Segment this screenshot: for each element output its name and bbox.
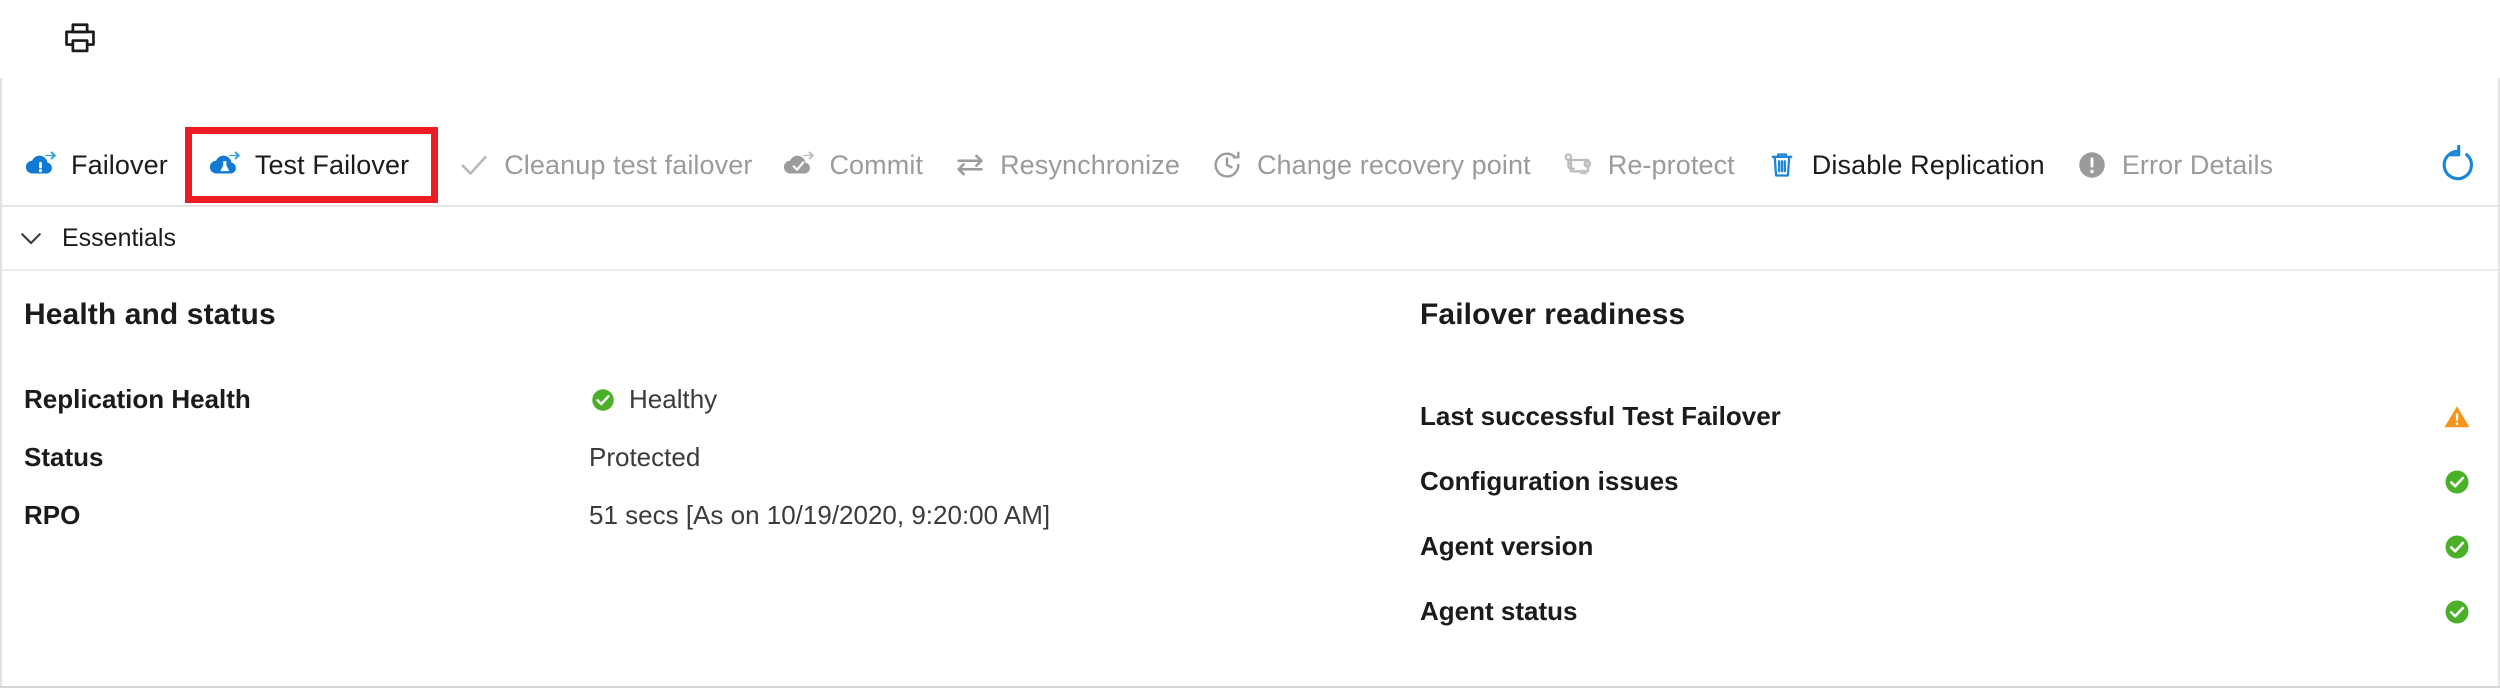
essentials-label: Essentials bbox=[62, 223, 176, 252]
toolbar-button-label: Error Details bbox=[2121, 149, 2274, 180]
toolbar-button-label: Re-protect bbox=[1607, 149, 1735, 180]
row-label: Configuration issues bbox=[1420, 466, 1679, 496]
row-value: Healthy bbox=[629, 384, 718, 414]
action-toolbar: Failover Test Failover Cleanup test fail… bbox=[2, 125, 2498, 205]
row-label: RPO bbox=[24, 500, 81, 530]
essentials-divider bbox=[2, 269, 2498, 271]
panel-title: Failover readiness bbox=[1420, 298, 1686, 331]
toolbar-button-disable-replication[interactable]: Disable Replication bbox=[1755, 137, 2065, 193]
reprotect-icon bbox=[1561, 148, 1595, 182]
row-label: Last successful Test Failover bbox=[1420, 401, 1781, 431]
health-row-replication-health: Replication Health Healthy bbox=[24, 384, 1364, 442]
readiness-row-agent-version: Agent version bbox=[1420, 514, 2476, 579]
toolbar-button-label: Resynchronize bbox=[1000, 149, 1180, 180]
green-check-circle-icon bbox=[589, 386, 617, 414]
toolbar-button-label: Commit bbox=[829, 149, 924, 180]
print-icon[interactable] bbox=[57, 16, 103, 62]
health-row-rpo: RPO 51 secs [As on 10/19/2020, 9:20:00 A… bbox=[24, 500, 1364, 558]
orange-warning-triangle-icon bbox=[2442, 402, 2472, 432]
toolbar-button-commit: Commit bbox=[772, 137, 943, 193]
row-value: 51 secs [As on 10/19/2020, 9:20:00 AM] bbox=[589, 500, 1051, 530]
toolbar-button-label: Cleanup test failover bbox=[504, 149, 753, 180]
partial-blue-icon bbox=[0, 12, 12, 56]
row-label: Agent status bbox=[1420, 596, 1578, 626]
toolbar-button-label: Change recovery point bbox=[1256, 149, 1531, 180]
essentials-content: Health and status Replication Health Hea… bbox=[2, 272, 2498, 686]
toolbar-button-cleanup-test-failover: Cleanup test failover bbox=[447, 137, 772, 193]
row-value: Protected bbox=[589, 442, 701, 472]
checkmark-icon bbox=[457, 148, 491, 182]
cloud-check-icon bbox=[782, 148, 816, 182]
health-row-status: Status Protected bbox=[24, 442, 1364, 500]
green-check-circle-icon bbox=[2442, 532, 2472, 562]
cloud-failover-icon bbox=[24, 148, 58, 182]
essentials-section-toggle[interactable]: Essentials bbox=[2, 207, 2498, 269]
clock-rewind-icon bbox=[1210, 148, 1244, 182]
error-circle-icon bbox=[2075, 148, 2109, 182]
trash-icon bbox=[1765, 148, 1799, 182]
two-way-arrows-icon bbox=[953, 148, 987, 182]
toolbar-button-label: Failover bbox=[71, 149, 168, 180]
toolbar-button-label: Test Failover bbox=[254, 149, 410, 180]
failover-readiness-panel: Failover readiness Last successful Test … bbox=[1420, 298, 2476, 644]
top-command-strip bbox=[0, 0, 2500, 78]
readiness-row-agent-status: Agent status bbox=[1420, 579, 2476, 644]
toolbar-button-re-protect: Re-protect bbox=[1551, 137, 1755, 193]
row-value-container: Healthy bbox=[589, 384, 717, 415]
chevron-down-icon bbox=[16, 223, 46, 253]
health-and-status-panel: Health and status Replication Health Hea… bbox=[24, 298, 1364, 558]
refresh-icon[interactable] bbox=[2432, 139, 2484, 191]
toolbar-button-error-details: Error Details bbox=[2065, 137, 2293, 193]
green-check-circle-icon bbox=[2442, 597, 2472, 627]
cloud-flask-icon bbox=[208, 148, 242, 182]
toolbar-button-test-failover[interactable]: Test Failover bbox=[184, 127, 439, 203]
toolbar-button-failover[interactable]: Failover bbox=[14, 137, 188, 193]
row-label: Status bbox=[24, 442, 104, 472]
row-label: Replication Health bbox=[24, 384, 251, 414]
toolbar-button-change-recovery-point: Change recovery point bbox=[1200, 137, 1551, 193]
readiness-row-last-successful-test-failover: Last successful Test Failover bbox=[1420, 384, 2476, 449]
toolbar-button-label: Disable Replication bbox=[1811, 149, 2045, 180]
row-value-container: Protected bbox=[589, 442, 700, 473]
panel-title: Health and status bbox=[24, 298, 276, 331]
toolbar-button-resynchronize: Resynchronize bbox=[943, 137, 1200, 193]
readiness-row-configuration-issues: Configuration issues bbox=[1420, 449, 2476, 514]
green-check-circle-icon bbox=[2442, 467, 2472, 497]
row-label: Agent version bbox=[1420, 531, 1594, 561]
row-value-container: 51 secs [As on 10/19/2020, 9:20:00 AM] bbox=[589, 500, 1050, 531]
